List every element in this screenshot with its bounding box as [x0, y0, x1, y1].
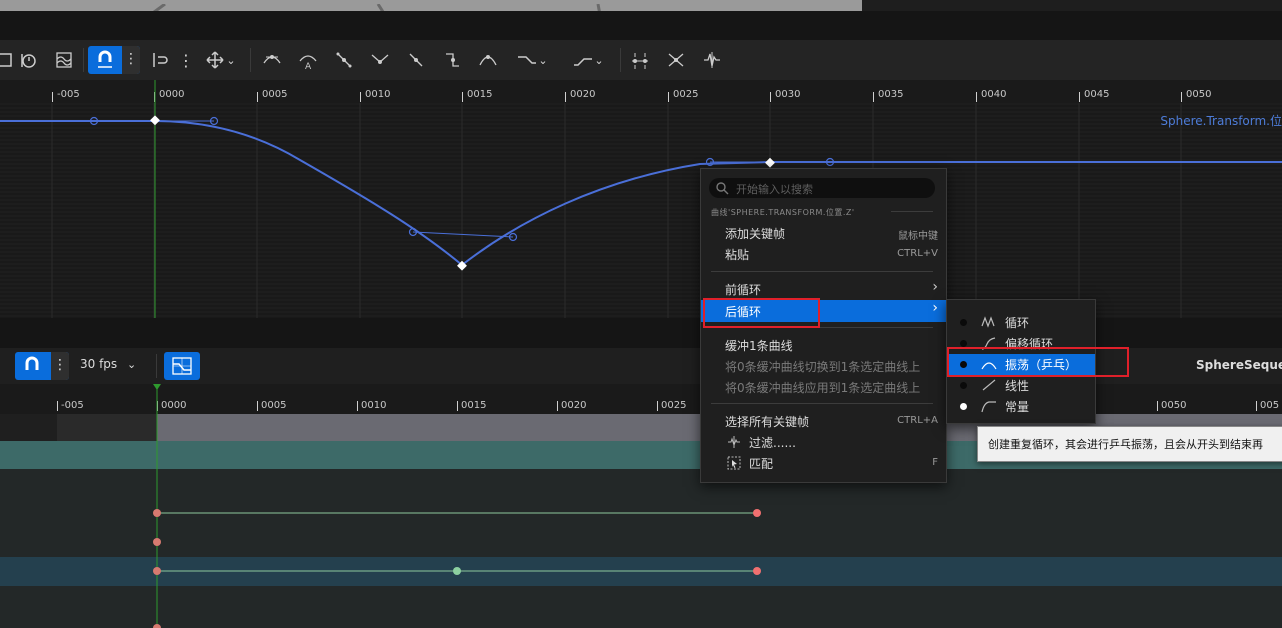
submenu-label: 线性: [1005, 379, 1030, 393]
fps-label: 30 fps: [80, 357, 118, 371]
filter-icon: [728, 436, 740, 448]
smart-tangent-icon[interactable]: [474, 46, 502, 74]
highlight-box-oscillate: [947, 347, 1129, 377]
menu-section-header: 曲线'SPHERE.TRANSFORM.位置.Z': [711, 208, 855, 217]
constant-icon: [981, 401, 996, 413]
track-key[interactable]: [153, 624, 161, 628]
menu-item-swap-buffer: 将0条缓冲曲线切换到1条选定曲线上: [725, 360, 921, 374]
submenu-item-constant[interactable]: 常量: [947, 396, 1095, 417]
curve-graph[interactable]: [0, 80, 1282, 320]
svg-text:A: A: [305, 62, 312, 71]
menu-item-add-key[interactable]: 添加关键帧: [725, 225, 785, 242]
chevron-right-icon: ›: [932, 300, 938, 316]
pre-infinity-icon[interactable]: ⌄: [510, 46, 554, 74]
menu-item-buffer-curve[interactable]: 缓冲1条曲线: [725, 337, 793, 354]
tangent-line: [412, 231, 514, 238]
chevron-right-icon: ›: [932, 279, 938, 295]
shortcut-paste: CTRL+V: [897, 248, 938, 259]
chevron-down-icon: ⌄: [127, 358, 137, 371]
track-key[interactable]: [153, 538, 161, 546]
menu-item-pre-infinity[interactable]: 前循环: [725, 281, 761, 298]
cycle-icon: [981, 316, 995, 328]
playhead-head[interactable]: [153, 384, 161, 390]
linear-icon: [982, 379, 996, 391]
curve-key[interactable]: [150, 115, 160, 126]
fps-dropdown[interactable]: 30 fps ⌄: [80, 357, 136, 371]
curve-editor-icon: [172, 357, 192, 375]
user-tangent-icon[interactable]: A: [294, 46, 322, 74]
track-key[interactable]: [753, 567, 761, 575]
flatten-tangent-icon[interactable]: [402, 46, 430, 74]
value-snap-icon[interactable]: [146, 46, 174, 74]
menu-item-apply-buffer: 将0条缓冲曲线应用到1条选定曲线上: [725, 381, 921, 395]
snap-options-more-icon[interactable]: ⋮: [122, 46, 140, 74]
search-icon: [716, 182, 729, 195]
curve-editor-toggle-button[interactable]: [164, 352, 200, 380]
menu-item-paste[interactable]: 粘贴: [725, 246, 749, 263]
track-key[interactable]: [153, 567, 161, 575]
break-tangent-icon[interactable]: [330, 46, 358, 74]
radio-dot: [960, 340, 967, 347]
tooltip: 创建重复循环，其会进行乒乓振荡，且会从开头到结束再: [977, 426, 1282, 462]
match-icon: [727, 456, 741, 470]
menu-search-field[interactable]: 开始输入以搜索: [709, 178, 935, 198]
filter-keys-icon[interactable]: [662, 46, 690, 74]
sequence-name: SphereSequence: [1196, 358, 1282, 372]
shortcut-add-key: 鼠标中键: [898, 231, 938, 242]
snap-magnet-button[interactable]: ⋮: [88, 46, 140, 74]
viewport-3d[interactable]: [0, 0, 862, 11]
search-placeholder: 开始输入以搜索: [736, 183, 813, 196]
sequencer-snap-button[interactable]: ⋮: [15, 352, 69, 380]
submenu-label: 循环: [1005, 316, 1030, 330]
header-divider: [891, 211, 933, 212]
shortcut-select-all: CTRL+A: [897, 415, 938, 426]
snap-options-more-icon[interactable]: ⋮: [51, 352, 69, 380]
shortcut-match: F: [932, 457, 938, 468]
tooltip-text: 创建重复循环，其会进行乒乓振荡，且会从开头到结束再: [988, 438, 1263, 451]
normalize-icon[interactable]: [50, 46, 78, 74]
track-key[interactable]: [153, 509, 161, 517]
submenu-item-linear[interactable]: 线性: [947, 375, 1095, 396]
viewport-floor-lines: [152, 2, 601, 11]
curve-editor-toolbar: ⋮ ⋮ ⌄ A ⌄ ⌄: [0, 40, 1282, 80]
transform-tool-icon[interactable]: ⌄: [198, 46, 242, 74]
distribute-keys-icon[interactable]: [626, 46, 654, 74]
radio-dot-selected: [960, 403, 967, 410]
submenu-label: 常量: [1005, 400, 1030, 414]
snap-magnet-icon: [25, 356, 39, 370]
weighted-tangent-icon[interactable]: [366, 46, 394, 74]
auto-tangent-icon[interactable]: [258, 46, 286, 74]
curve-line[interactable]: [0, 120, 1282, 267]
more-icon[interactable]: ⋮: [172, 46, 200, 74]
menu-item-match[interactable]: 匹配: [749, 455, 773, 472]
time-icon[interactable]: [14, 46, 42, 74]
track-key[interactable]: [453, 567, 461, 575]
track-key[interactable]: [753, 509, 761, 517]
radio-dot: [960, 382, 967, 389]
curve-name-label: Sphere.Transform.位: [1160, 114, 1282, 128]
radio-dot: [960, 319, 967, 326]
curve-key[interactable]: [765, 157, 775, 168]
menu-item-select-all-keys[interactable]: 选择所有关键帧: [725, 413, 809, 430]
details-panel-edge: [862, 0, 1282, 11]
highlight-box-post-infinity: [703, 298, 820, 328]
submenu-item-cycle[interactable]: 循环: [947, 312, 1095, 333]
euler-filter-icon[interactable]: [698, 46, 726, 74]
post-infinity-icon[interactable]: ⌄: [566, 46, 610, 74]
menu-item-filter[interactable]: 过滤......: [749, 434, 796, 451]
straighten-tangent-icon[interactable]: [438, 46, 466, 74]
snap-magnet-icon: [98, 50, 112, 68]
